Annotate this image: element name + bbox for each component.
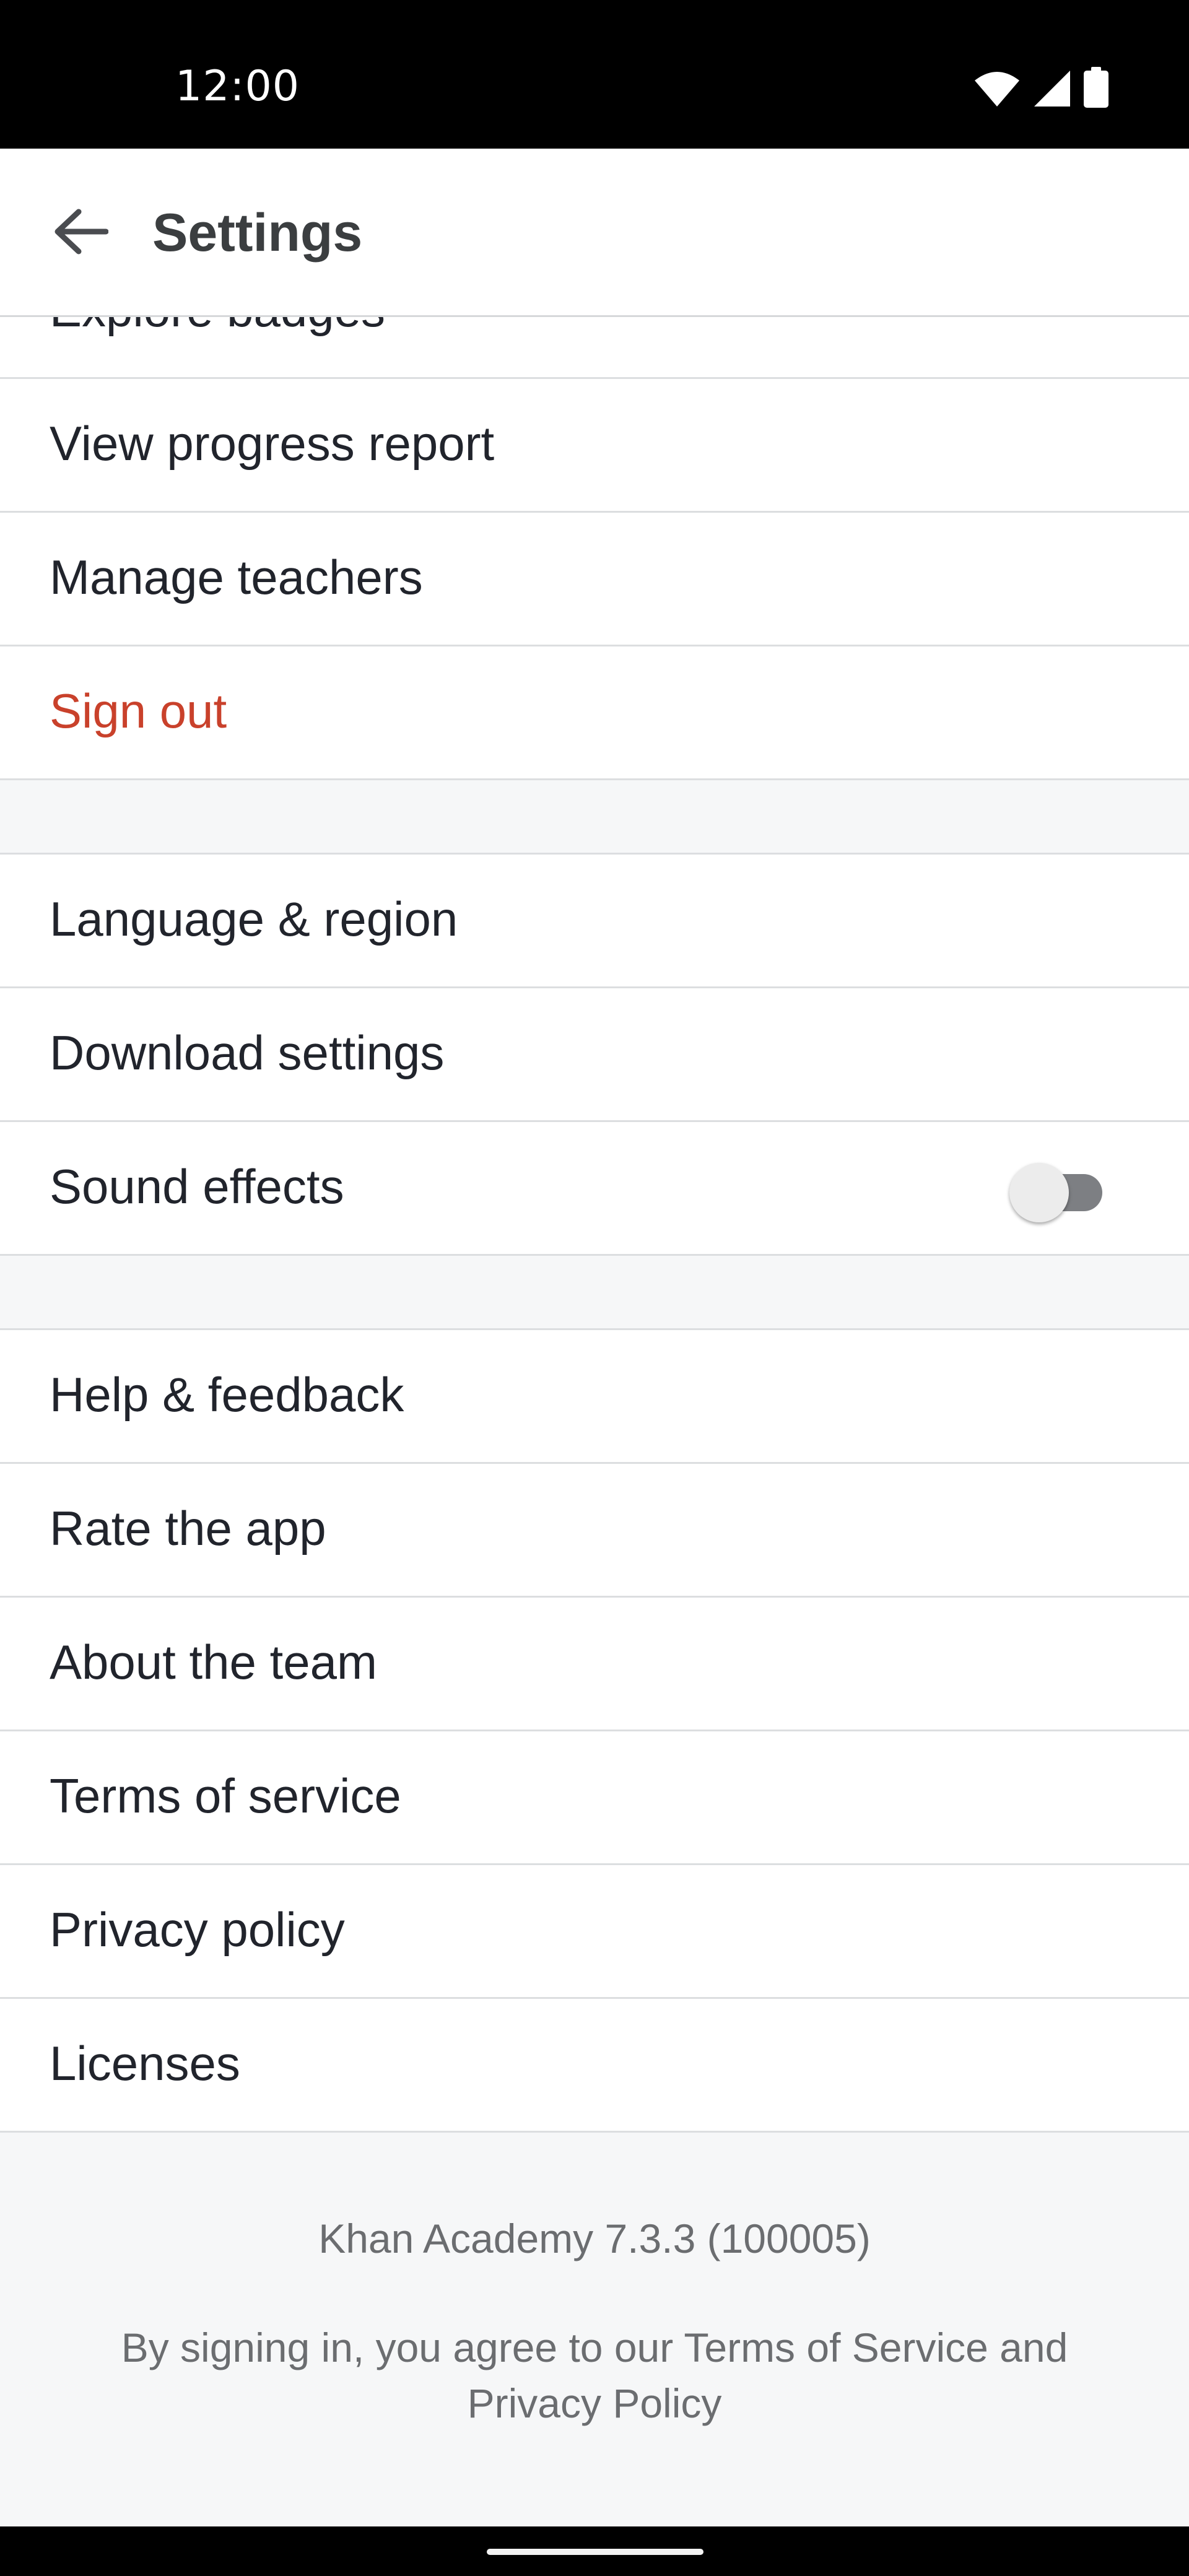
wifi-icon bbox=[973, 71, 1021, 108]
settings-item-view-progress-report[interactable]: View progress report bbox=[0, 379, 1189, 513]
settings-item-label: Manage teachers bbox=[50, 550, 423, 604]
settings-item-download-settings[interactable]: Download settings bbox=[0, 988, 1189, 1122]
sign-out-button[interactable]: Sign out bbox=[0, 646, 1189, 780]
arrow-back-icon bbox=[53, 207, 109, 259]
battery-icon bbox=[1084, 67, 1108, 108]
status-time: 12:00 bbox=[175, 62, 300, 111]
settings-item-help-feedback[interactable]: Help & feedback bbox=[0, 1330, 1189, 1464]
app-version-text: Khan Academy 7.3.3 (100005) bbox=[318, 2216, 871, 2261]
settings-item-privacy-policy[interactable]: Privacy policy bbox=[0, 1865, 1189, 1999]
settings-item-label: Rate the app bbox=[50, 1501, 326, 1556]
settings-item-rate-the-app[interactable]: Rate the app bbox=[0, 1464, 1189, 1598]
home-gesture-handle[interactable] bbox=[487, 2549, 703, 2555]
settings-item-label: Download settings bbox=[50, 1025, 445, 1080]
settings-item-manage-teachers[interactable]: Manage teachers bbox=[0, 513, 1189, 646]
settings-item-label: Help & feedback bbox=[50, 1367, 404, 1422]
settings-item-terms-of-service[interactable]: Terms of service bbox=[0, 1731, 1189, 1865]
settings-item-label: Sound effects bbox=[50, 1159, 344, 1214]
page-title: Settings bbox=[152, 203, 363, 263]
settings-item-label: About the team bbox=[50, 1635, 378, 1689]
sound-effects-toggle[interactable] bbox=[1009, 1157, 1108, 1222]
settings-item-label: Licenses bbox=[50, 2036, 240, 2091]
settings-item-label: Privacy policy bbox=[50, 1902, 345, 1957]
cellular-signal-icon bbox=[1033, 69, 1071, 108]
status-icons bbox=[973, 67, 1108, 108]
settings-item-licenses[interactable]: Licenses bbox=[0, 1999, 1189, 2133]
settings-item-explore-badges[interactable]: Explore badges bbox=[0, 317, 1189, 379]
settings-item-language-region[interactable]: Language & region bbox=[0, 855, 1189, 988]
sign-out-label: Sign out bbox=[50, 684, 227, 738]
settings-item-label: Terms of service bbox=[50, 1769, 401, 1823]
settings-list[interactable]: Explore badges View progress report Mana… bbox=[0, 317, 1189, 2526]
settings-item-label: Explore badges bbox=[50, 317, 385, 341]
settings-item-sound-effects[interactable]: Sound effects bbox=[0, 1122, 1189, 1256]
settings-item-about-the-team[interactable]: About the team bbox=[0, 1598, 1189, 1731]
terms-notice-text: By signing in, you agree to our Terms of… bbox=[121, 2325, 1068, 2426]
navigation-bar bbox=[0, 2526, 1189, 2576]
settings-item-label: View progress report bbox=[50, 416, 495, 471]
toggle-thumb bbox=[1009, 1163, 1069, 1222]
status-bar: 12:00 bbox=[0, 0, 1189, 149]
settings-item-label: Language & region bbox=[50, 892, 458, 946]
app-bar: Settings bbox=[0, 149, 1189, 317]
back-button[interactable] bbox=[37, 189, 124, 276]
